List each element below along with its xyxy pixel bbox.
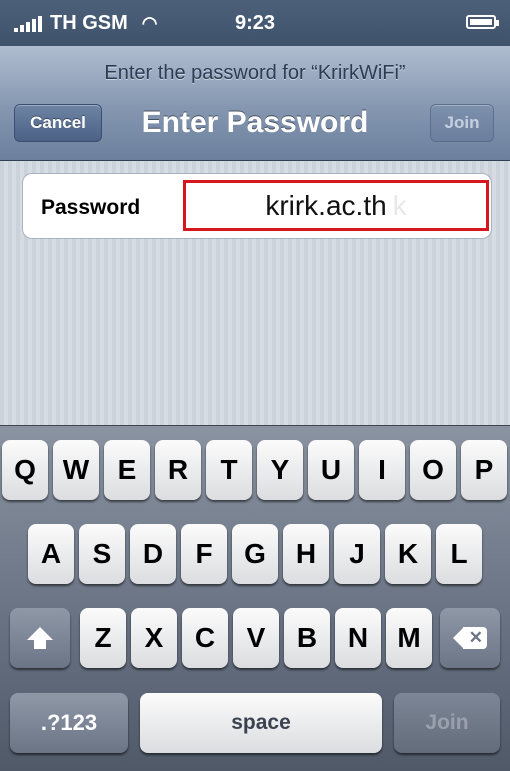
key-v[interactable]: V — [233, 608, 279, 668]
password-value: krirk.ac.th — [265, 189, 387, 221]
key-n[interactable]: N — [335, 608, 381, 668]
key-o[interactable]: O — [410, 440, 456, 500]
key-y[interactable]: Y — [257, 440, 303, 500]
key-m[interactable]: M — [386, 608, 432, 668]
key-u[interactable]: U — [308, 440, 354, 500]
key-a[interactable]: A — [28, 524, 74, 584]
key-q[interactable]: Q — [2, 440, 48, 500]
shift-icon — [27, 627, 53, 649]
key-e[interactable]: E — [104, 440, 150, 500]
join-button[interactable]: Join — [430, 104, 494, 142]
key-b[interactable]: B — [284, 608, 330, 668]
keyboard-row-4: .?123 space Join — [0, 693, 510, 755]
key-f[interactable]: F — [181, 524, 227, 584]
key-w[interactable]: W — [53, 440, 99, 500]
key-h[interactable]: H — [283, 524, 329, 584]
keyboard: QWERTYUIOP ASDFGHJKL ✕ ZXCVBNM .?123 spa… — [0, 425, 510, 771]
numbers-key[interactable]: .?123 — [10, 693, 128, 753]
network-prompt: Enter the password for “KrirkWiFi” — [104, 62, 406, 84]
key-k[interactable]: K — [385, 524, 431, 584]
content-area: Password krirk.ac.th k — [0, 161, 510, 425]
status-time: 9:23 — [234, 12, 276, 34]
key-x[interactable]: X — [131, 608, 177, 668]
keyboard-row-3: ✕ ZXCVBNM — [0, 608, 510, 670]
password-label: Password — [41, 196, 141, 219]
password-field-row: Password krirk.ac.th k — [22, 173, 492, 239]
delete-backspace-icon: ✕ — [453, 627, 487, 649]
key-t[interactable]: T — [206, 440, 252, 500]
status-bar: TH GSM ◠ 9:23 — [0, 0, 510, 46]
battery-icon — [466, 15, 499, 29]
navigation-bar: Enter the password for “KrirkWiFi” Cance… — [0, 46, 510, 161]
key-r[interactable]: R — [155, 440, 201, 500]
keyboard-row-2: ASDFGHJKL — [0, 524, 510, 586]
key-p[interactable]: P — [461, 440, 507, 500]
key-z[interactable]: Z — [80, 608, 126, 668]
shift-key[interactable] — [10, 608, 70, 668]
keyboard-join-key[interactable]: Join — [394, 693, 500, 753]
keyboard-row-1: QWERTYUIOP — [0, 440, 510, 502]
key-s[interactable]: S — [79, 524, 125, 584]
space-key[interactable]: space — [140, 693, 382, 753]
ghost-char: k — [392, 189, 407, 221]
delete-key[interactable]: ✕ — [440, 608, 500, 668]
key-j[interactable]: J — [334, 524, 380, 584]
key-i[interactable]: I — [359, 440, 405, 500]
key-c[interactable]: C — [182, 608, 228, 668]
key-d[interactable]: D — [130, 524, 176, 584]
key-l[interactable]: L — [436, 524, 482, 584]
password-input[interactable]: krirk.ac.th k — [183, 180, 489, 231]
key-g[interactable]: G — [232, 524, 278, 584]
